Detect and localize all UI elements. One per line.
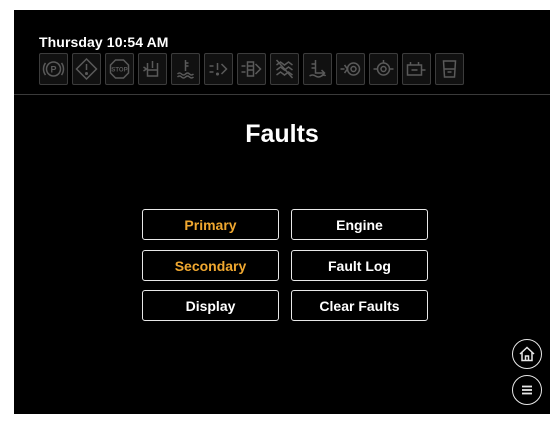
dpf-icon: [336, 53, 365, 85]
display-screen: Thursday 10:54 AM P STOP Faults Primary …: [14, 10, 550, 414]
display-button[interactable]: Display: [142, 290, 279, 321]
status-bar: Thursday 10:54 AM P STOP: [14, 10, 550, 94]
fuel-level-icon: [435, 53, 464, 85]
status-bar-divider: [14, 94, 550, 95]
secondary-button[interactable]: Secondary: [142, 250, 279, 281]
oil-pressure-icon: [369, 53, 398, 85]
regen-inhibit-icon: [270, 53, 299, 85]
clear-faults-button[interactable]: Clear Faults: [291, 290, 428, 321]
air-filter-icon: [204, 53, 233, 85]
home-icon: [519, 346, 535, 362]
menu-button[interactable]: [512, 375, 542, 405]
svg-text:P: P: [50, 65, 56, 75]
svg-text:STOP: STOP: [111, 68, 127, 74]
fault-log-button[interactable]: Fault Log: [291, 250, 428, 281]
hamburger-menu-icon: [522, 385, 532, 395]
parking-brake-icon: P: [39, 53, 68, 85]
coolant-level-icon: [138, 53, 167, 85]
page-title: Faults: [245, 120, 319, 148]
indicator-lamp-row: P STOP: [39, 53, 464, 89]
date-time-label: Thursday 10:54 AM: [39, 34, 169, 50]
air-filter-restriction-icon: [237, 53, 266, 85]
warning-icon: [72, 53, 101, 85]
fuel-water-separator-icon: [303, 53, 332, 85]
battery-charging-icon: [402, 53, 431, 85]
engine-button[interactable]: Engine: [291, 209, 428, 240]
home-button[interactable]: [512, 339, 542, 369]
primary-button[interactable]: Primary: [142, 209, 279, 240]
stop-icon: STOP: [105, 53, 134, 85]
coolant-temperature-icon: [171, 53, 200, 85]
